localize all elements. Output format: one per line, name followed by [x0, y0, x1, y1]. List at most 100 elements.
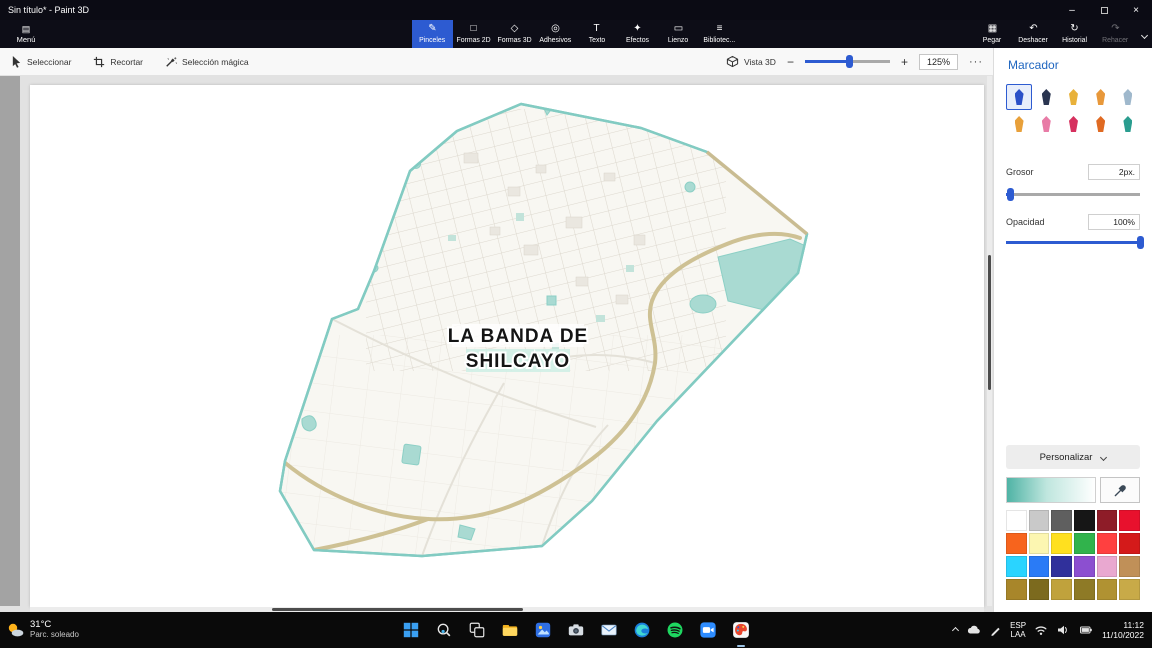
windows-ink-pen-icon[interactable] [989, 624, 1002, 637]
palette-color[interactable] [1096, 579, 1118, 600]
weather-temperature: 31°C [30, 619, 52, 630]
tab-texto[interactable]: T Texto [576, 20, 617, 48]
palette-color[interactable] [1073, 533, 1095, 554]
palette-color[interactable] [1096, 510, 1118, 531]
palette-color[interactable] [1028, 556, 1050, 577]
brush-grid [1006, 84, 1141, 137]
brush-pencil[interactable] [1006, 111, 1032, 137]
canvas-column: Seleccionar Recortar Selección mágica Vi… [0, 48, 993, 612]
zoom-button[interactable] [695, 617, 721, 643]
brush-watercolor[interactable] [1088, 84, 1114, 110]
tab-formas-2d[interactable]: □ Formas 2D [453, 20, 494, 48]
main-area: Seleccionar Recortar Selección mágica Vi… [0, 48, 1152, 612]
brush-spray-can[interactable] [1088, 111, 1114, 137]
vertical-scrollbar[interactable] [987, 76, 992, 606]
horizontal-scrollbar-thumb[interactable] [272, 608, 523, 611]
undo-button[interactable]: ↶ Deshacer [1013, 20, 1054, 48]
palette-color[interactable] [1073, 510, 1095, 531]
redo-button[interactable]: ↷ Rehacer [1095, 20, 1136, 48]
spotify-button[interactable] [662, 617, 688, 643]
paint-3d-button[interactable] [728, 617, 754, 647]
palette-color[interactable] [1051, 510, 1072, 531]
start-button[interactable] [398, 617, 424, 643]
onedrive-cloud-icon[interactable] [966, 623, 981, 637]
eyedropper-button[interactable] [1100, 477, 1140, 503]
close-icon: × [1133, 4, 1139, 16]
more-options-button[interactable]: ··· [969, 56, 983, 67]
wifi-icon[interactable] [1034, 623, 1048, 637]
file-explorer-button[interactable] [497, 617, 523, 643]
zoom-slider[interactable] [804, 55, 890, 68]
tab-efectos[interactable]: ✦ Efectos [617, 20, 658, 48]
tab-lienzo[interactable]: ▭ Lienzo [658, 20, 699, 48]
clock-widget[interactable]: 11:12 11/10/2022 [1102, 620, 1144, 640]
opacidad-value-input[interactable]: 100% [1088, 214, 1140, 230]
vertical-scrollbar-thumb[interactable] [988, 255, 991, 390]
camera-button[interactable] [563, 617, 589, 643]
zoom-in-button[interactable]: + [901, 55, 908, 69]
photos-button[interactable] [530, 617, 556, 643]
menu-button[interactable]: ▤ Menú [6, 20, 46, 48]
search-button[interactable] [431, 617, 457, 643]
history-button[interactable]: ↻ Historial [1054, 20, 1095, 48]
zoom-level-field[interactable]: 125% [918, 53, 958, 70]
palette-color[interactable] [1006, 556, 1027, 577]
brush-calligraphy-pen[interactable] [1033, 84, 1059, 110]
grosor-slider[interactable] [1006, 188, 1140, 201]
palette-color[interactable] [1006, 579, 1027, 600]
grosor-slider-thumb[interactable] [1007, 188, 1015, 201]
palette-color[interactable] [1119, 510, 1140, 531]
select-button[interactable]: Seleccionar [0, 48, 82, 75]
palette-color[interactable] [1051, 579, 1072, 600]
palette-color[interactable] [1006, 510, 1027, 531]
zoom-slider-thumb[interactable] [846, 55, 854, 68]
personalizar-dropdown[interactable]: Personalizar [1006, 445, 1140, 469]
palette-color[interactable] [1096, 533, 1118, 554]
tab-biblioteca[interactable]: ≡ Bibliotec... [699, 20, 740, 48]
mail-button[interactable] [596, 617, 622, 643]
palette-color[interactable] [1073, 579, 1095, 600]
tab-formas-3d[interactable]: ◇ Formas 3D [494, 20, 535, 48]
maximize-button[interactable] [1088, 0, 1120, 20]
language-indicator[interactable]: ESP LAA [1010, 621, 1026, 639]
palette-color[interactable] [1028, 510, 1050, 531]
brush-oil-brush[interactable] [1060, 84, 1086, 110]
opacidad-slider-thumb[interactable] [1137, 236, 1144, 249]
tab-pinceles[interactable]: ✎ Pinceles [412, 20, 453, 48]
crop-label: Recortar [110, 56, 144, 67]
palette-color[interactable] [1119, 556, 1140, 577]
brush-marker[interactable] [1006, 84, 1033, 110]
brush-fill[interactable] [1115, 111, 1141, 137]
vista-3d-button[interactable]: Vista 3D [726, 55, 776, 68]
palette-color[interactable] [1096, 556, 1118, 577]
magic-select-button[interactable]: Selección mágica [154, 48, 260, 75]
palette-color[interactable] [1119, 533, 1140, 554]
collapse-ribbon-button[interactable] [1138, 29, 1150, 41]
brush-eraser[interactable] [1033, 111, 1059, 137]
palette-color[interactable] [1006, 533, 1027, 554]
edge-button[interactable] [629, 617, 655, 643]
palette-color[interactable] [1119, 579, 1140, 600]
palette-color[interactable] [1028, 579, 1050, 600]
current-color-swatch[interactable] [1006, 477, 1096, 503]
palette-color[interactable] [1073, 556, 1095, 577]
weather-widget[interactable]: 31°C Parc. soleado [6, 612, 79, 648]
drawing-canvas[interactable]: LA BANDA DE SHILCAYO [30, 85, 984, 607]
zoom-out-button[interactable]: − [787, 55, 794, 69]
palette-color[interactable] [1051, 533, 1072, 554]
brush-pixel-pen[interactable] [1115, 84, 1141, 110]
crop-button[interactable]: Recortar [82, 48, 154, 75]
task-view-button[interactable] [464, 617, 490, 643]
brush-crayon[interactable] [1060, 111, 1086, 137]
paste-button[interactable]: ▦ Pegar [972, 20, 1013, 48]
close-button[interactable]: × [1120, 0, 1152, 20]
battery-icon[interactable] [1078, 623, 1094, 637]
grosor-value-input[interactable]: 2px. [1088, 164, 1140, 180]
palette-color[interactable] [1051, 556, 1072, 577]
volume-icon[interactable] [1056, 623, 1070, 637]
palette-color[interactable] [1028, 533, 1050, 554]
tab-adhesivos[interactable]: ◎ Adhesivos [535, 20, 576, 48]
opacidad-slider[interactable] [1006, 236, 1144, 249]
minimize-button[interactable]: – [1056, 0, 1088, 20]
tray-expand-button[interactable] [952, 626, 960, 634]
